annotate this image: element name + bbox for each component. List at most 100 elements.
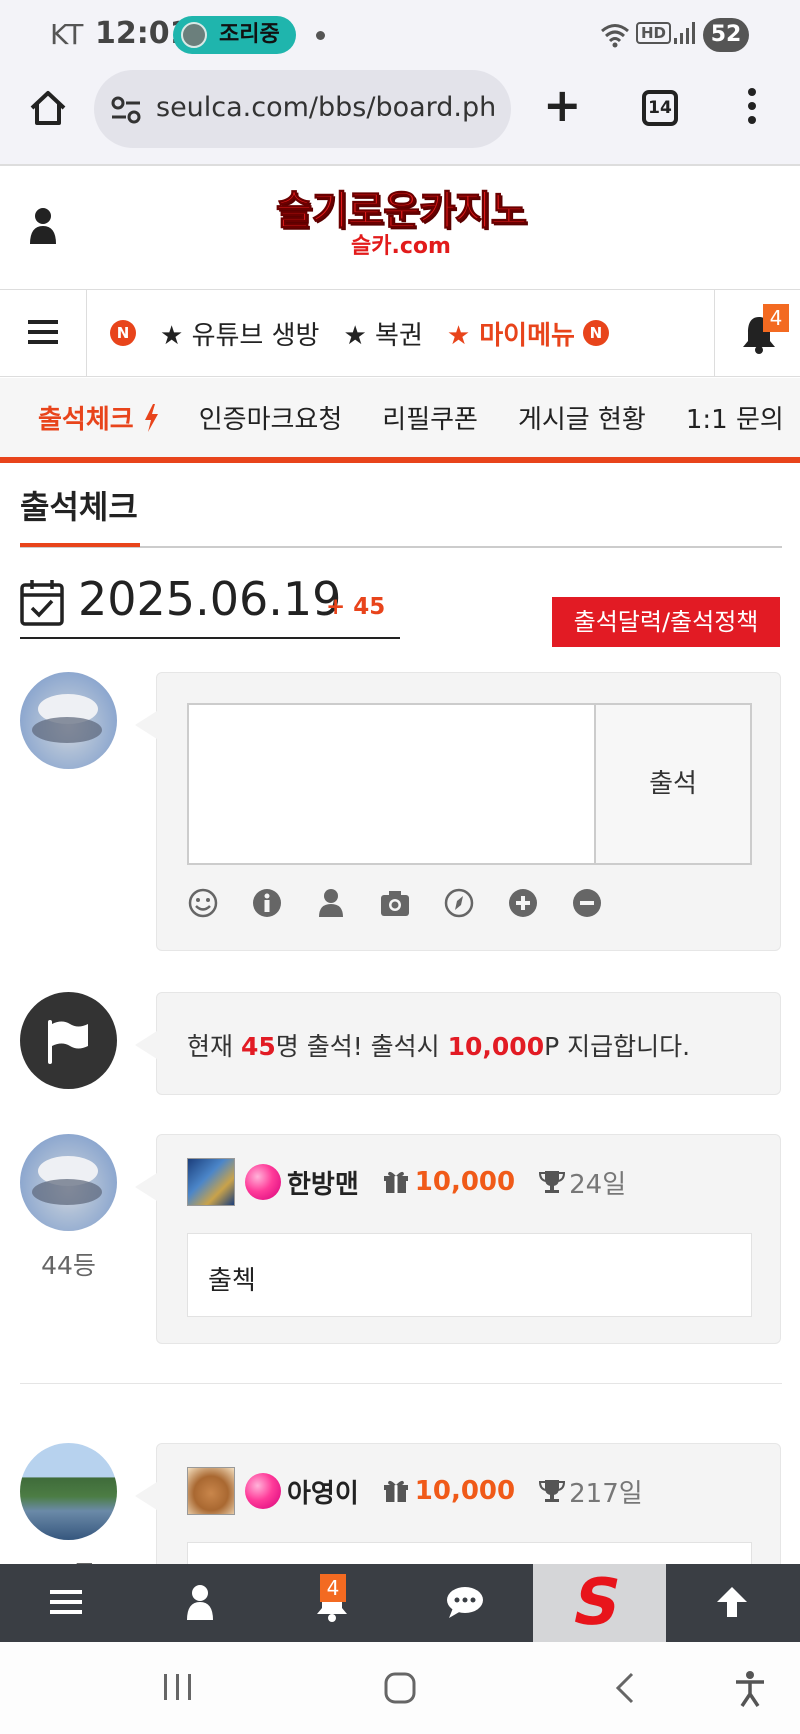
notice-prefix: 현재 xyxy=(187,1032,241,1061)
title-underline xyxy=(20,543,140,547)
site-logo-icon: S xyxy=(566,1566,628,1640)
trophy-icon xyxy=(539,1480,566,1502)
back-icon[interactable] xyxy=(610,1670,638,1706)
bottom-menu-button[interactable] xyxy=(0,1564,133,1642)
trophy-icon xyxy=(539,1171,566,1193)
nav-item-my-menu[interactable]: ★ 마이메뉴 xyxy=(447,315,575,352)
camera-icon[interactable] xyxy=(379,887,411,919)
user-icon xyxy=(187,1585,213,1620)
browser-toolbar: seulca.com/bbs/board.php? + 14 xyxy=(0,70,800,166)
tab-inquiry[interactable]: 1:1 문의 xyxy=(686,399,784,436)
home-icon[interactable] xyxy=(382,1670,418,1706)
notification-count-badge: 4 xyxy=(763,304,789,332)
accessibility-icon[interactable] xyxy=(732,1670,768,1708)
comment-textarea[interactable] xyxy=(187,703,597,865)
new-tab-icon[interactable]: + xyxy=(543,82,582,128)
compass-icon[interactable] xyxy=(443,887,475,919)
page-title: 출석체크 xyxy=(20,488,138,526)
tab-certification-request[interactable]: 인증마크요청 xyxy=(199,399,343,436)
tab-switcher-button[interactable]: 14 xyxy=(642,90,678,126)
minus-circle-icon[interactable] xyxy=(571,887,603,919)
hd-voice-icon: HD xyxy=(636,22,672,44)
attend-button[interactable]: 출석 xyxy=(594,703,752,865)
member-grade-icon xyxy=(245,1473,281,1509)
attendance-entry: 한방맨 10,000 24일 출첵 xyxy=(135,1134,781,1344)
notifications-button[interactable]: 4 xyxy=(714,290,800,376)
app-icon xyxy=(181,22,207,48)
member-nickname[interactable]: 아영이 xyxy=(287,1473,359,1510)
member-nickname[interactable]: 한방맨 xyxy=(287,1164,359,1201)
avatar[interactable] xyxy=(20,1134,117,1231)
notice-count: 45 xyxy=(240,1032,276,1061)
avatar[interactable] xyxy=(20,1443,117,1540)
flag-icon xyxy=(48,1020,88,1064)
tab-attendance[interactable]: 출석체크 xyxy=(38,399,159,436)
logo-main-text: 슬기로운카지노 xyxy=(275,188,528,235)
recent-apps-icon[interactable] xyxy=(160,1670,196,1704)
member-level-icon xyxy=(187,1467,235,1515)
plus-circle-icon[interactable] xyxy=(507,887,539,919)
attendance-notice: 현재 45명 출석! 출석시 10,000P 지급합니다. xyxy=(135,992,781,1095)
attendance-policy-button[interactable]: 출석달력/출석정책 xyxy=(552,597,780,647)
bottom-toolbar: 4 S xyxy=(0,1564,800,1642)
hamburger-menu-icon[interactable] xyxy=(0,290,87,376)
member-level-icon xyxy=(187,1158,235,1206)
calendar-icon[interactable] xyxy=(20,578,64,626)
user-icon[interactable] xyxy=(315,887,347,919)
notice-mid: 명 출석! 출석시 xyxy=(275,1032,448,1061)
nav-item-youtube-live[interactable]: ★ 유튜브 생방 xyxy=(160,315,319,352)
user-icon[interactable] xyxy=(28,206,58,246)
entry-divider xyxy=(20,1383,782,1384)
arrow-up-icon xyxy=(717,1587,747,1617)
comment-toolbar xyxy=(187,887,635,919)
tab-attendance-label: 출석체크 xyxy=(38,405,134,435)
lightning-icon xyxy=(144,404,158,432)
emoticon-icon[interactable] xyxy=(187,887,219,919)
signal-icon xyxy=(674,22,695,44)
avatar xyxy=(20,672,117,769)
activity-pill-label: 조리중 xyxy=(219,22,280,47)
member-grade-icon xyxy=(245,1164,281,1200)
address-bar[interactable]: seulca.com/bbs/board.php? xyxy=(94,70,511,148)
site-logo[interactable]: 슬기로운카지노 슬카.com xyxy=(256,188,546,264)
battery-indicator: 52 xyxy=(703,18,749,52)
attendance-count: + 45 xyxy=(326,594,386,620)
bottom-chat-button[interactable] xyxy=(399,1564,532,1642)
bottom-user-button[interactable] xyxy=(133,1564,266,1642)
system-navigation-bar xyxy=(0,1642,800,1734)
activity-pill[interactable]: 조리중 xyxy=(173,16,296,54)
notice-suffix: P 지급합니다. xyxy=(544,1032,691,1061)
url-text[interactable]: seulca.com/bbs/board.php? xyxy=(156,92,496,123)
logo-sub-text: 슬카.com xyxy=(351,234,451,259)
bottom-logo-button[interactable]: S xyxy=(533,1564,666,1642)
attendance-rank: 44등 xyxy=(41,1251,96,1280)
scroll-top-button[interactable] xyxy=(666,1564,800,1642)
date-underline xyxy=(20,637,400,639)
points-awarded: 10,000 xyxy=(414,1476,516,1506)
notification-count-badge: 4 xyxy=(320,1574,346,1602)
sub-nav: 출석체크 인증마크요청 리필쿠폰 게시글 현황 1:1 문의 xyxy=(0,378,800,463)
streak-days: 217일 xyxy=(569,1478,643,1509)
site-settings-icon[interactable] xyxy=(110,94,142,126)
points-awarded: 10,000 xyxy=(414,1167,516,1197)
main-nav: N ★ 유튜브 생방 ★ 복권 ★ 마이메뉴 N 4 xyxy=(0,290,800,377)
flag-avatar xyxy=(20,992,117,1089)
tab-post-status[interactable]: 게시글 현황 xyxy=(518,399,646,436)
notification-dot-icon xyxy=(316,31,325,40)
info-icon[interactable] xyxy=(251,887,283,919)
more-menu-icon[interactable] xyxy=(742,88,762,128)
wifi-icon xyxy=(601,24,629,48)
tab-refill-coupon[interactable]: 리필쿠폰 xyxy=(382,399,478,436)
chat-icon xyxy=(447,1587,483,1618)
hamburger-menu-icon xyxy=(50,1590,82,1614)
bottom-notifications-button[interactable]: 4 xyxy=(266,1564,399,1642)
site-header: 슬기로운카지노 슬카.com xyxy=(0,166,800,290)
nav-item-lottery[interactable]: ★ 복권 xyxy=(343,315,422,352)
attendance-date: 2025.06.19 xyxy=(78,572,342,626)
gift-icon xyxy=(383,1171,408,1193)
status-bar: KT 12:01 조리중 HD 52 xyxy=(0,0,800,70)
notice-text: 현재 45명 출석! 출석시 10,000P 지급합니다. xyxy=(187,1027,690,1063)
streak-days: 24일 xyxy=(569,1169,627,1200)
attendance-write-box: 출석 xyxy=(135,672,781,951)
home-icon[interactable] xyxy=(28,88,68,128)
